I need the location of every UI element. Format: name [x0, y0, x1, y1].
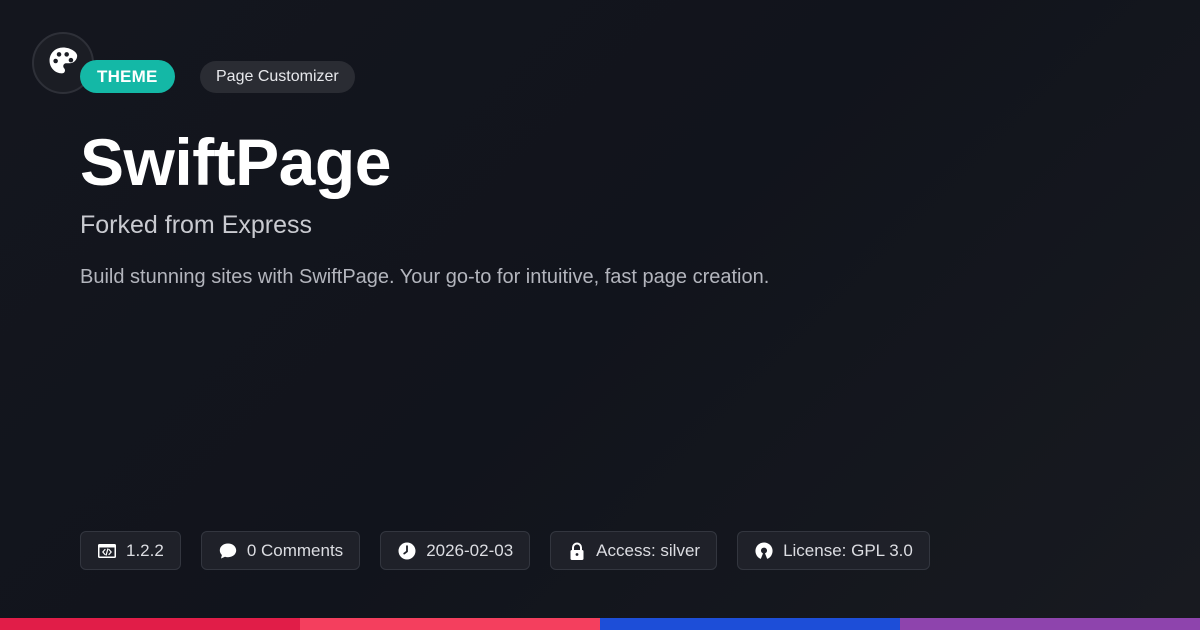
palette-icon: [46, 44, 80, 83]
description: Build stunning sites with SwiftPage. You…: [80, 266, 770, 288]
version-label: 1.2.2: [126, 540, 164, 560]
license-label: License: GPL 3.0: [783, 540, 913, 560]
stripe-segment: [300, 618, 600, 630]
lock-icon: [567, 541, 587, 561]
access-label: Access: silver: [596, 540, 701, 560]
stripe-segment: [0, 618, 300, 630]
stripe-segment: [600, 618, 900, 630]
stripe-segment: [900, 618, 1200, 630]
type-badge[interactable]: THEME: [80, 60, 175, 93]
page-title: SwiftPage: [80, 125, 391, 199]
date-label: 2026-02-03: [426, 540, 514, 560]
comment-icon: [218, 541, 238, 561]
color-stripe: [0, 618, 1200, 630]
subtitle: Forked from Express: [80, 211, 313, 239]
clock-icon: [397, 541, 417, 561]
open-source-icon: [754, 541, 774, 561]
category-badge[interactable]: Page Customizer: [200, 61, 355, 93]
meta-row: 1.2.2 0 Comments 2026-02-03 Access: silv…: [80, 531, 930, 570]
comments-label: 0 Comments: [246, 540, 344, 560]
comments-chip[interactable]: 0 Comments: [200, 531, 361, 570]
license-chip: License: GPL 3.0: [737, 531, 930, 570]
code-icon: [97, 541, 117, 561]
version-chip: 1.2.2: [80, 531, 181, 570]
date-chip: 2026-02-03: [380, 531, 531, 570]
access-chip: Access: silver: [550, 531, 718, 570]
